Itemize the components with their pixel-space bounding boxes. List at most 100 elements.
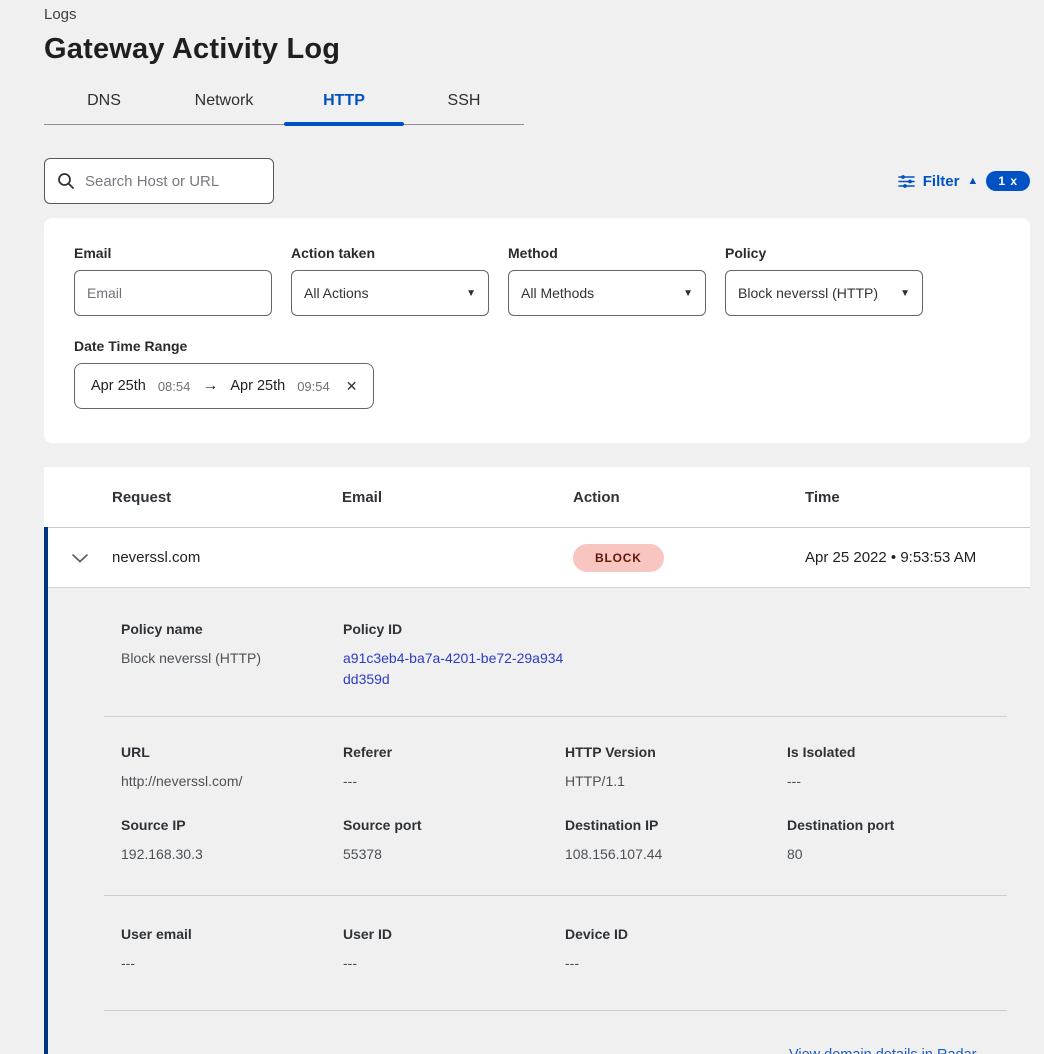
arrow-right-icon: → (202, 377, 218, 395)
http-version-cell: HTTP Version HTTP/1.1 (565, 744, 787, 792)
activity-log-table: Request Email Action Time neverssl.com B… (44, 467, 1030, 1054)
action-taken-field: Action taken All Actions ▼ (291, 245, 489, 316)
device-id-cell: Device ID --- (565, 926, 787, 974)
search-filter-row: Filter ▲ 1 x (44, 158, 1030, 204)
policy-section: Policy name Block neverssl (HTTP) Policy… (121, 588, 1007, 716)
user-email-cell: User email --- (121, 926, 343, 974)
destination-port-value: 80 (787, 844, 1007, 865)
chevron-down-icon[interactable] (48, 553, 112, 563)
device-id-label: Device ID (565, 926, 787, 942)
expanded-row-details: Policy name Block neverssl (HTTP) Policy… (48, 588, 1030, 1054)
date-time-range-picker[interactable]: Apr 25th 08:54 → Apr 25th 09:54 ✕ (74, 363, 374, 409)
block-action-badge: BLOCK (573, 544, 664, 572)
tab-ssh[interactable]: SSH (404, 82, 524, 124)
search-input[interactable] (85, 173, 261, 190)
http-detail-section: URL http://neverssl.com/ Referer --- HTT… (121, 717, 1007, 792)
filter-panel: Email Action taken All Actions ▼ Method … (44, 218, 1030, 443)
table-header-row: Request Email Action Time (44, 467, 1030, 527)
method-value: All Methods (521, 285, 594, 301)
date-time-range-field: Date Time Range Apr 25th 08:54 → Apr 25t… (74, 338, 1000, 409)
destination-ip-label: Destination IP (565, 817, 787, 833)
is-isolated-cell: Is Isolated --- (787, 744, 1007, 792)
referer-cell: Referer --- (343, 744, 565, 792)
user-email-label: User email (121, 926, 343, 942)
breadcrumb[interactable]: Logs (44, 4, 1030, 23)
filter-count-badge[interactable]: 1 x (986, 171, 1030, 191)
filter-toggle-button[interactable]: Filter ▲ 1 x (898, 171, 1030, 191)
search-box (44, 158, 274, 204)
url-cell: URL http://neverssl.com/ (121, 744, 343, 792)
policy-field: Policy Block neverssl (HTTP) ▼ (725, 245, 923, 316)
empty-cell (787, 926, 1007, 974)
destination-port-label: Destination port (787, 817, 1007, 833)
range-start-date: Apr 25th (91, 378, 146, 394)
tab-dns[interactable]: DNS (44, 82, 164, 124)
policy-value: Block neverssl (HTTP) (738, 285, 878, 301)
tab-network[interactable]: Network (164, 82, 284, 124)
collapse-caret-icon: ▲ (967, 175, 978, 187)
user-email-value: --- (121, 953, 343, 974)
policy-name-value: Block neverssl (HTTP) (121, 648, 343, 669)
http-version-value: HTTP/1.1 (565, 771, 787, 792)
filter-label: Filter (923, 173, 960, 190)
chevron-down-icon: ▼ (466, 288, 476, 299)
action-taken-select[interactable]: All Actions ▼ (291, 270, 489, 316)
device-id-value: --- (565, 953, 787, 974)
http-version-label: HTTP Version (565, 744, 787, 760)
method-select[interactable]: All Methods ▼ (508, 270, 706, 316)
user-id-value: --- (343, 953, 565, 974)
row-time: Apr 25 2022 • 9:53:53 AM (805, 549, 1030, 566)
email-filter-field: Email (74, 245, 272, 316)
user-detail-section: User email --- User ID --- Device ID --- (121, 896, 1007, 1010)
row-action: BLOCK (573, 544, 805, 572)
row-request: neverssl.com (112, 549, 342, 566)
page-title: Gateway Activity Log (44, 33, 1030, 66)
table-row[interactable]: neverssl.com BLOCK Apr 25 2022 • 9:53:53… (48, 527, 1030, 588)
search-icon (57, 172, 75, 190)
source-port-value: 55378 (343, 844, 565, 865)
range-start-time: 08:54 (158, 379, 191, 394)
gateway-activity-log-page: Logs Gateway Activity Log DNS Network HT… (0, 0, 1044, 1054)
filter-sliders-icon (898, 174, 915, 189)
column-header-request: Request (112, 489, 342, 506)
method-label: Method (508, 245, 706, 261)
range-end-date: Apr 25th (230, 378, 285, 394)
user-id-label: User ID (343, 926, 565, 942)
policy-select[interactable]: Block neverssl (HTTP) ▼ (725, 270, 923, 316)
destination-port-cell: Destination port 80 (787, 817, 1007, 865)
action-taken-value: All Actions (304, 285, 369, 301)
log-type-tabs: DNS Network HTTP SSH (44, 82, 524, 125)
email-filter-label: Email (74, 245, 272, 261)
chevron-down-icon: ▼ (683, 288, 693, 299)
source-port-cell: Source port 55378 (343, 817, 565, 865)
url-value: http://neverssl.com/ (121, 771, 343, 792)
tab-http[interactable]: HTTP (284, 82, 404, 124)
column-header-time: Time (805, 489, 1030, 506)
action-taken-label: Action taken (291, 245, 489, 261)
destination-ip-value: 108.156.107.44 (565, 844, 787, 865)
source-ip-cell: Source IP 192.168.30.3 (121, 817, 343, 865)
destination-ip-cell: Destination IP 108.156.107.44 (565, 817, 787, 865)
method-field: Method All Methods ▼ (508, 245, 706, 316)
view-in-radar-link[interactable]: View domain details in Radar → (789, 1047, 995, 1054)
clear-range-icon[interactable]: ✕ (346, 378, 358, 395)
policy-name-cell: Policy name Block neverssl (HTTP) (121, 621, 343, 690)
network-detail-section: Source IP 192.168.30.3 Source port 55378… (121, 792, 1007, 895)
chevron-down-icon: ▼ (900, 288, 910, 299)
date-time-range-label: Date Time Range (74, 338, 1000, 354)
policy-id-cell: Policy ID a91c3eb4-ba7a-4201-be72-29a934… (343, 621, 565, 690)
expanded-log-entry: neverssl.com BLOCK Apr 25 2022 • 9:53:53… (44, 527, 1030, 1054)
policy-id-label: Policy ID (343, 621, 565, 637)
url-label: URL (121, 744, 343, 760)
email-filter-input[interactable] (74, 270, 272, 316)
source-ip-label: Source IP (121, 817, 343, 833)
policy-label: Policy (725, 245, 923, 261)
source-ip-value: 192.168.30.3 (121, 844, 343, 865)
range-end-time: 09:54 (297, 379, 330, 394)
filter-fields-row: Email Action taken All Actions ▼ Method … (74, 245, 1000, 316)
user-id-cell: User ID --- (343, 926, 565, 974)
policy-id-link[interactable]: a91c3eb4-ba7a-4201-be72-29a934dd359d (343, 650, 563, 687)
source-port-label: Source port (343, 817, 565, 833)
policy-name-label: Policy name (121, 621, 343, 637)
referer-value: --- (343, 771, 565, 792)
